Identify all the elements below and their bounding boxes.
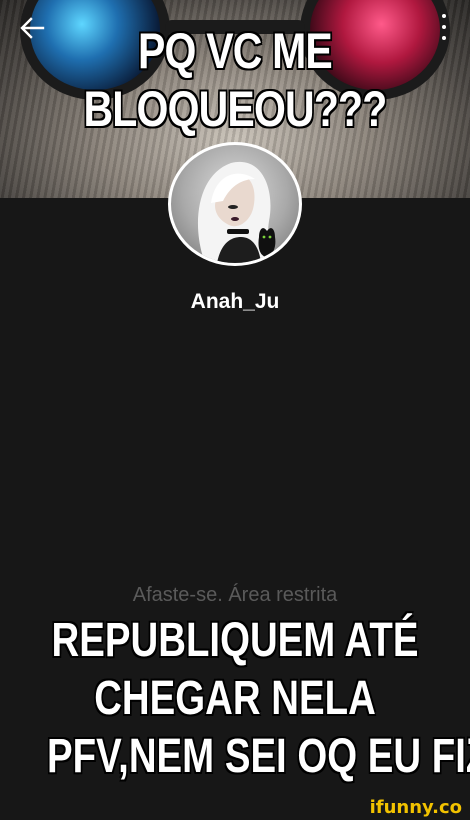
more-vertical-icon-dot [442, 14, 446, 18]
profile-username: Anah_Ju [190, 290, 280, 313]
avatar-illustration [197, 161, 276, 263]
restricted-area-message: Afaste-se. Área restrita [132, 584, 338, 606]
more-options-button[interactable] [436, 12, 452, 42]
avatar[interactable] [168, 142, 302, 266]
meme-bottom-line-2: CHEGAR NELA [94, 672, 376, 725]
profile-page: PQ VC ME BLOQUEOU??? Anah_Ju Afaste-se. … [0, 0, 470, 820]
arrow-left-icon [20, 17, 45, 39]
more-vertical-icon-dot [442, 25, 446, 29]
meme-bottom-line-1: REPUBLIQUEM ATÉ [51, 614, 419, 667]
meme-top-caption: PQ VC ME BLOQUEOU??? [42, 22, 427, 138]
meme-bottom-caption: REPUBLIQUEM ATÉ CHEGAR NELA PFV,NEM SEI … [0, 612, 470, 786]
meme-top-line-2: BLOQUEOU??? [83, 81, 387, 137]
ifunny-watermark: ifunny.co [369, 797, 462, 818]
meme-bottom-line-3: PFV,NEM SEI OQ EU FIZ [47, 730, 470, 783]
more-vertical-icon-dot [442, 36, 446, 40]
meme-top-line-1: PQ VC ME [138, 23, 333, 79]
